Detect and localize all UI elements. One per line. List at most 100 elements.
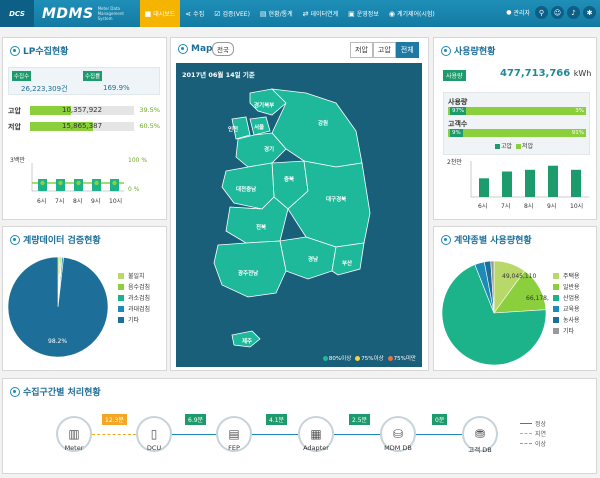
dcs-logo[interactable]: DCS: [0, 0, 34, 27]
seg-all[interactable]: 전체: [395, 42, 419, 58]
label-customer-db: 고객 DB: [468, 446, 492, 454]
lp-summary-box: 수집수 26,223,309건 수집률 169.9%: [8, 67, 160, 95]
label-gyeongnam: 경남: [308, 255, 318, 263]
korea-map-svg: 경기북부 인천 서울 강원 경기 충북 대전충남 대구경북 전북 경남 부산 광…: [213, 88, 371, 348]
label-daejeon-chungnam: 대전충남: [236, 185, 256, 193]
usage-pin-icon: [441, 45, 451, 56]
legend-item: 불일치: [118, 270, 150, 281]
flow-title-text: 수집구간별 처리현황: [23, 388, 101, 398]
settings-button[interactable]: ✱: [583, 6, 596, 19]
usage-legend: 고압 저압: [495, 141, 533, 150]
low-value: 15,865,387: [62, 122, 103, 130]
nav-metercontrol[interactable]: ◉ 계기제어(시험): [384, 0, 440, 27]
flow-line-adapter-mdm: [334, 434, 380, 435]
legend-low: 75%미만: [387, 354, 416, 362]
region-busan[interactable]: [331, 242, 365, 276]
collect-rate-value: 169.9%: [103, 84, 130, 92]
nav-label: 데이터연계: [310, 11, 339, 18]
lp-x-label: 10시: [109, 198, 122, 205]
label-daegu-gyeongbuk: 대구경북: [326, 195, 346, 203]
legend-high: 80%이상: [322, 354, 351, 362]
usage-x-label: 9시: [547, 203, 556, 210]
nav-vee[interactable]: ☑ 검증(VEE): [209, 0, 255, 27]
link-icon: ⇄: [302, 9, 309, 18]
usage-total-number: 477,713,766: [500, 68, 571, 79]
map-title: Map: [178, 44, 212, 54]
badge-adapter-mdm: 2.5분: [349, 414, 371, 425]
person-icon: ☺: [553, 8, 562, 17]
badge-mdm-customer: 0분: [432, 414, 448, 425]
low-pct: 60.5%: [139, 122, 160, 130]
nav-opinfo[interactable]: ▣ 운영정보: [343, 0, 384, 27]
legend-item: 일반용: [553, 281, 580, 292]
nav-label: 운영정보: [356, 11, 379, 18]
flow-legend: 정상 지연 이상: [520, 418, 546, 448]
legend-item: 음수검침: [118, 281, 150, 292]
lp-title-text: LP수집현황: [23, 47, 69, 57]
alarm-button[interactable]: ♪: [567, 6, 580, 19]
label-busan: 부산: [342, 259, 352, 267]
contract-label-1: 49,045,110: [502, 273, 537, 280]
usage-x-label: 7시: [501, 203, 510, 210]
flow-line-fep-adapter: [252, 434, 298, 435]
nav-datalink[interactable]: ⇄ 데이터연계: [298, 0, 343, 27]
user-menu[interactable]: ● 관리자: [506, 8, 530, 17]
customer-db-icon: ⛃: [474, 427, 486, 441]
region-gangwon[interactable]: [270, 88, 363, 168]
mdms-logo[interactable]: MDMS: [42, 6, 94, 22]
lp-rate-point: [40, 180, 45, 186]
korea-map: 2017년 06월 14일 기준 경기북부 인천 서울 강원 경기 충북 대전충…: [176, 63, 422, 367]
usage-bar: [571, 169, 581, 197]
lp-x-label: 9시: [91, 198, 100, 205]
header-right: ● 관리자 ⚲ ☺ ♪ ✱: [506, 6, 596, 19]
high-gauge: 10,357,922: [30, 106, 134, 115]
usage-bar: [525, 169, 535, 197]
search-button[interactable]: ⚲: [535, 6, 548, 19]
lp-x-label: 6시: [37, 198, 46, 205]
nav-label: 계기제어(시험): [396, 11, 435, 18]
share-icon: ⋖: [185, 9, 192, 18]
verify-title-text: 계량데이터 검증현황: [23, 236, 101, 246]
usage-total-value: 477,713,766 kWh: [500, 68, 591, 79]
label-adapter: Adapter: [303, 444, 329, 452]
nav-dashboard[interactable]: ■ 대시보드: [139, 0, 181, 27]
customer-ratio-bar: 9% 91%: [448, 129, 586, 137]
fep-server-icon: ▤: [228, 427, 240, 441]
legend-high-voltage: 고압: [495, 141, 512, 150]
contract-title-text: 계약종별 사용량현황: [454, 236, 532, 246]
verify-legend: 불일치 음수검침 과소검침 과대검침 기타: [118, 270, 150, 325]
region-daejeon-chungnam[interactable]: [221, 162, 275, 210]
logo-subtitle: Meter Data Management System: [97, 6, 124, 21]
high-value: 10,357,922: [62, 106, 103, 114]
legend-item: 기타: [553, 325, 580, 336]
region-gwangju-jeonnam[interactable]: [213, 240, 287, 298]
customer-ratio-label: 고객수: [448, 120, 468, 128]
contract-pin-icon: [441, 234, 451, 245]
nav-stats[interactable]: ▤ 현황/통계: [255, 0, 298, 27]
usage-title: 사용량현황: [441, 44, 495, 57]
seg-low-voltage[interactable]: 저압: [350, 42, 373, 58]
dcu-device-icon: ▯: [150, 427, 158, 441]
usage-ratio-label: 사용량: [448, 98, 468, 106]
verify-title: 계량데이터 검증현황: [10, 233, 101, 246]
region-badge[interactable]: 전국: [212, 42, 234, 56]
label-seoul: 서울: [254, 123, 264, 131]
user-button[interactable]: ☺: [551, 6, 564, 19]
lp-high-row: 고압 10,357,922 39.5%: [8, 105, 160, 116]
meter-device-icon: ▥: [68, 427, 80, 441]
customer-ratio-left: 9%: [450, 129, 463, 137]
nav-label: 수집: [193, 11, 205, 18]
nav-collect[interactable]: ⋖ 수집: [180, 0, 209, 27]
usage-ratio-bar: 97% 3%: [448, 107, 586, 115]
label-fep: FEP: [228, 444, 240, 452]
main-nav: ■ 대시보드 ⋖ 수집 ☑ 검증(VEE) ▤ 현황/통계 ⇄ 데이터연계 ▣ 운영정보 ◉…: [139, 0, 440, 27]
user-icon: ●: [506, 9, 512, 16]
label-gwangju-jeonnam: 광주전남: [238, 269, 258, 277]
lp-rate-point: [76, 180, 81, 186]
seg-high-voltage[interactable]: 고압: [372, 42, 396, 58]
badge-fep-adapter: 4.1분: [266, 414, 288, 425]
dashboard-icon: ■: [144, 9, 152, 18]
nav-label: 현황/통계: [268, 11, 293, 18]
usage-x-label: 6시: [478, 203, 487, 210]
legend-error: 이상: [520, 438, 546, 448]
